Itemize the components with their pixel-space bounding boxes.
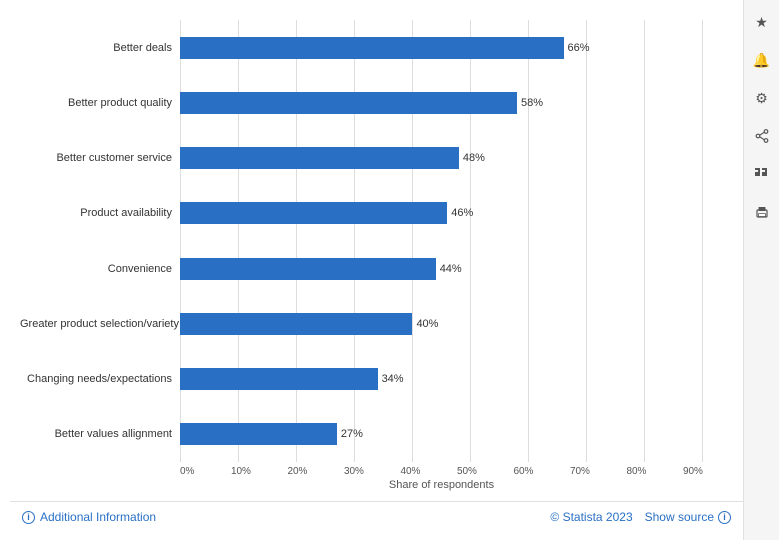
bar-fill: 40% [180,313,412,335]
bar-row: Better product quality58% [180,87,703,119]
x-tick-label: 50% [457,466,477,477]
bar-fill: 34% [180,368,378,390]
bar-fill: 44% [180,258,436,280]
show-source-icon: i [718,511,731,524]
x-tick-label: 40% [400,466,420,477]
additional-info-label: Additional Information [40,510,156,524]
footer: i Additional Information © Statista 2023… [10,501,743,530]
x-tick-label: 60% [513,466,533,477]
info-icon: i [22,511,35,524]
bar-row: Better values allignment27% [180,418,703,450]
bar-value-label: 40% [416,318,438,330]
show-source-button[interactable]: Show source i [645,510,731,524]
bar-label: Better values allignment [20,428,172,440]
bar-track: 44% [180,258,703,280]
bar-track: 46% [180,202,703,224]
bar-label: Product availability [20,207,172,219]
bar-label: Better customer service [20,152,172,164]
x-tick-label: 30% [344,466,364,477]
bar-row: Product availability46% [180,197,703,229]
x-tick-label: 20% [287,466,307,477]
bar-value-label: 34% [382,373,404,385]
bar-fill: 48% [180,147,459,169]
print-icon[interactable] [750,200,774,224]
bar-track: 48% [180,147,703,169]
bar-fill: 27% [180,423,337,445]
bar-fill: 46% [180,202,447,224]
gear-icon[interactable]: ⚙ [750,86,774,110]
bar-row: Changing needs/expectations34% [180,363,703,395]
bar-label: Greater product selection/variety [20,318,172,330]
bar-label: Convenience [20,263,172,275]
bar-label: Better deals [20,42,172,54]
quote-icon[interactable] [750,162,774,186]
bar-value-label: 44% [440,263,462,275]
bar-row: Better customer service48% [180,142,703,174]
bar-value-label: 27% [341,428,363,440]
bar-track: 34% [180,368,703,390]
star-icon[interactable]: ★ [750,10,774,34]
additional-info-button[interactable]: i Additional Information [22,510,156,524]
x-tick-label: 80% [626,466,646,477]
bar-fill: 58% [180,92,517,114]
x-axis-label: Share of respondents [20,479,733,491]
bar-track: 27% [180,423,703,445]
bar-label: Better product quality [20,97,172,109]
bar-value-label: 58% [521,97,543,109]
show-source-label: Show source [645,510,714,524]
x-tick-label: 70% [570,466,590,477]
x-tick-label: 90% [683,466,703,477]
bar-value-label: 66% [568,42,590,54]
bar-label: Changing needs/expectations [20,373,172,385]
sidebar: ★ 🔔 ⚙ [743,0,779,540]
x-axis: 0% 10% 20% 30% 40% 50% 60% 70% 80% 90% [20,466,733,477]
bars-container: Better deals66%Better product quality58%… [20,20,733,462]
bar-track: 66% [180,37,703,59]
statista-credit: © Statista 2023 [550,510,632,524]
bar-track: 58% [180,92,703,114]
share-icon[interactable] [750,124,774,148]
bar-value-label: 46% [451,207,473,219]
bar-track: 40% [180,313,703,335]
x-tick-label: 0% [180,466,194,477]
bar-row: Better deals66% [180,32,703,64]
footer-right: © Statista 2023 Show source i [550,510,731,524]
main-content: Better deals66%Better product quality58%… [0,0,743,540]
bar-fill: 66% [180,37,564,59]
bar-row: Convenience44% [180,253,703,285]
x-tick-label: 10% [231,466,251,477]
bell-icon[interactable]: 🔔 [750,48,774,72]
bar-row: Greater product selection/variety40% [180,308,703,340]
bar-value-label: 48% [463,152,485,164]
chart-area: Better deals66%Better product quality58%… [10,10,743,497]
